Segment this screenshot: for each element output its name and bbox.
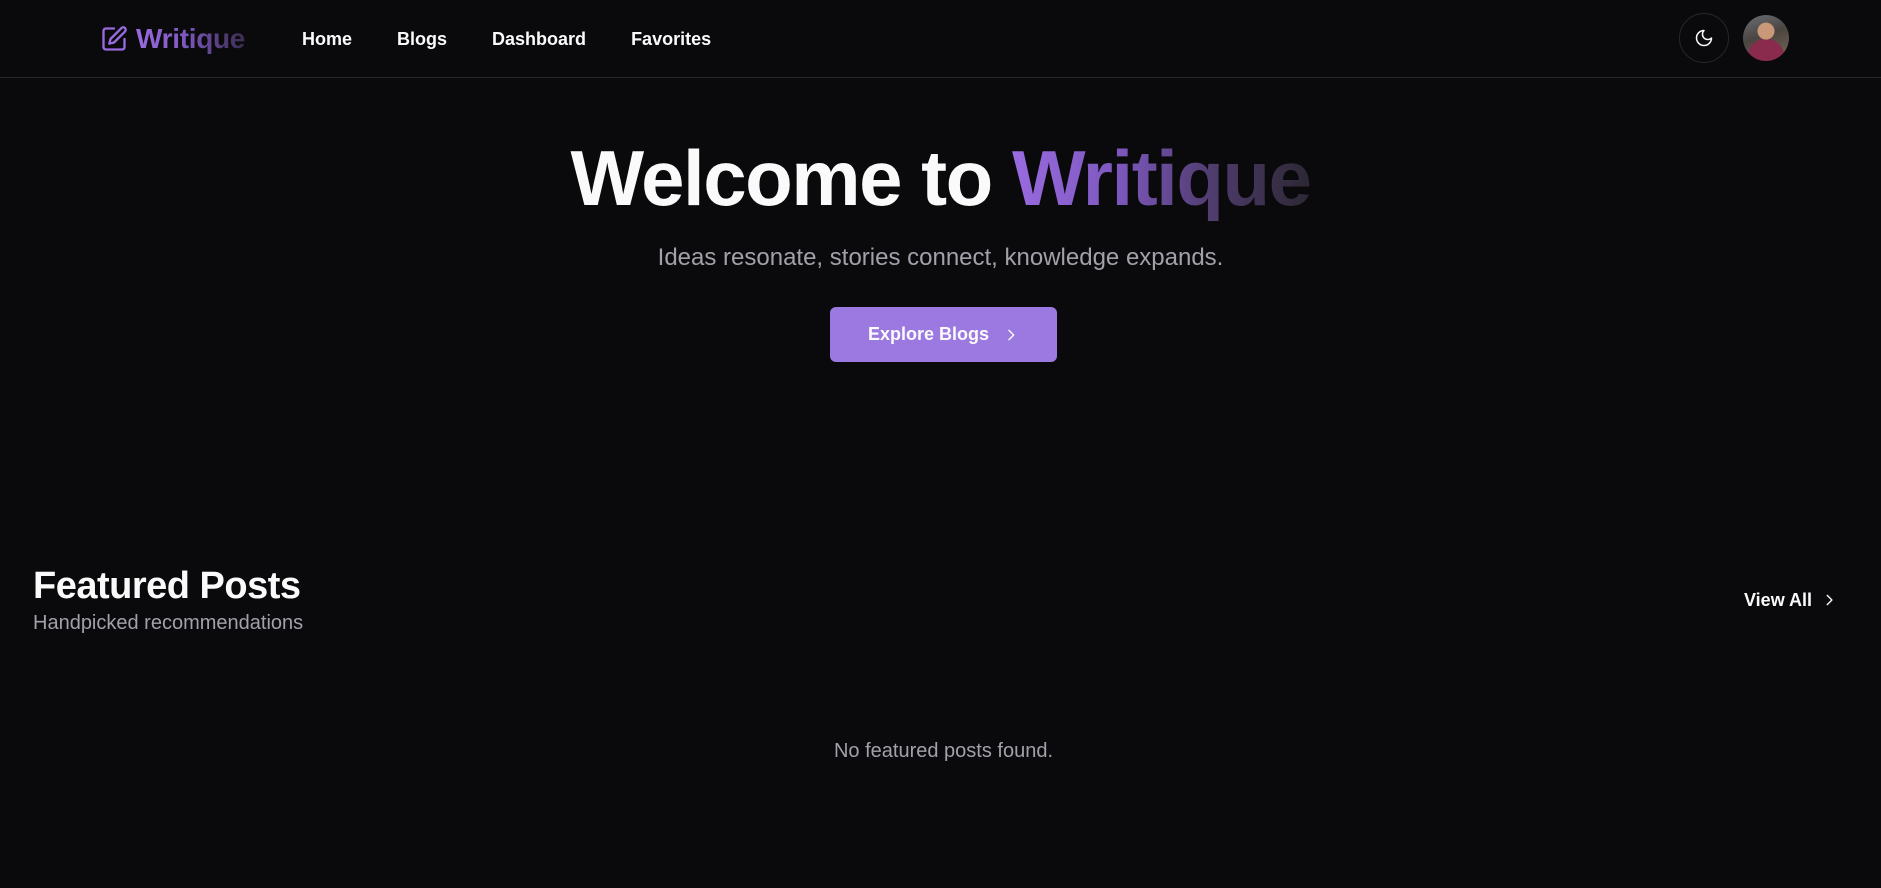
moon-icon xyxy=(1695,29,1713,47)
hero-subtitle: Ideas resonate, stories connect, knowled… xyxy=(657,244,1224,271)
page: Writique Home Blogs Dashboard Favorites … xyxy=(0,0,1881,888)
hero-title: Welcome to Writique xyxy=(0,128,1881,228)
nav-blogs[interactable]: Blogs xyxy=(397,29,447,50)
featured-posts-title: Featured Posts xyxy=(33,565,301,607)
explore-blogs-button[interactable]: Explore Blogs xyxy=(830,307,1057,362)
featured-posts-subtitle: Handpicked recommendations xyxy=(33,612,304,634)
top-navbar: Writique Home Blogs Dashboard Favorites xyxy=(0,0,1881,78)
chevron-right-icon xyxy=(1008,329,1015,340)
logo-link[interactable]: Writique xyxy=(100,20,245,58)
hero-title-brand: Writique xyxy=(1011,134,1312,222)
main-nav: Home Blogs Dashboard Favorites xyxy=(302,24,711,54)
theme-toggle-button[interactable] xyxy=(1679,13,1729,63)
nav-favorites[interactable]: Favorites xyxy=(631,29,711,50)
edit-square-icon xyxy=(102,26,127,51)
hero-title-plain: Welcome to xyxy=(570,134,1012,222)
user-avatar[interactable] xyxy=(1743,15,1789,61)
explore-blogs-label: Explore Blogs xyxy=(867,324,990,344)
view-all-link[interactable]: View All xyxy=(1744,587,1836,613)
nav-home[interactable]: Home xyxy=(302,29,352,50)
view-all-label: View All xyxy=(1744,589,1813,610)
nav-dashboard[interactable]: Dashboard xyxy=(492,29,586,50)
empty-featured-message: No featured posts found. xyxy=(833,740,1054,762)
chevron-right-icon xyxy=(1826,594,1833,606)
logo-text: Writique xyxy=(136,23,246,54)
